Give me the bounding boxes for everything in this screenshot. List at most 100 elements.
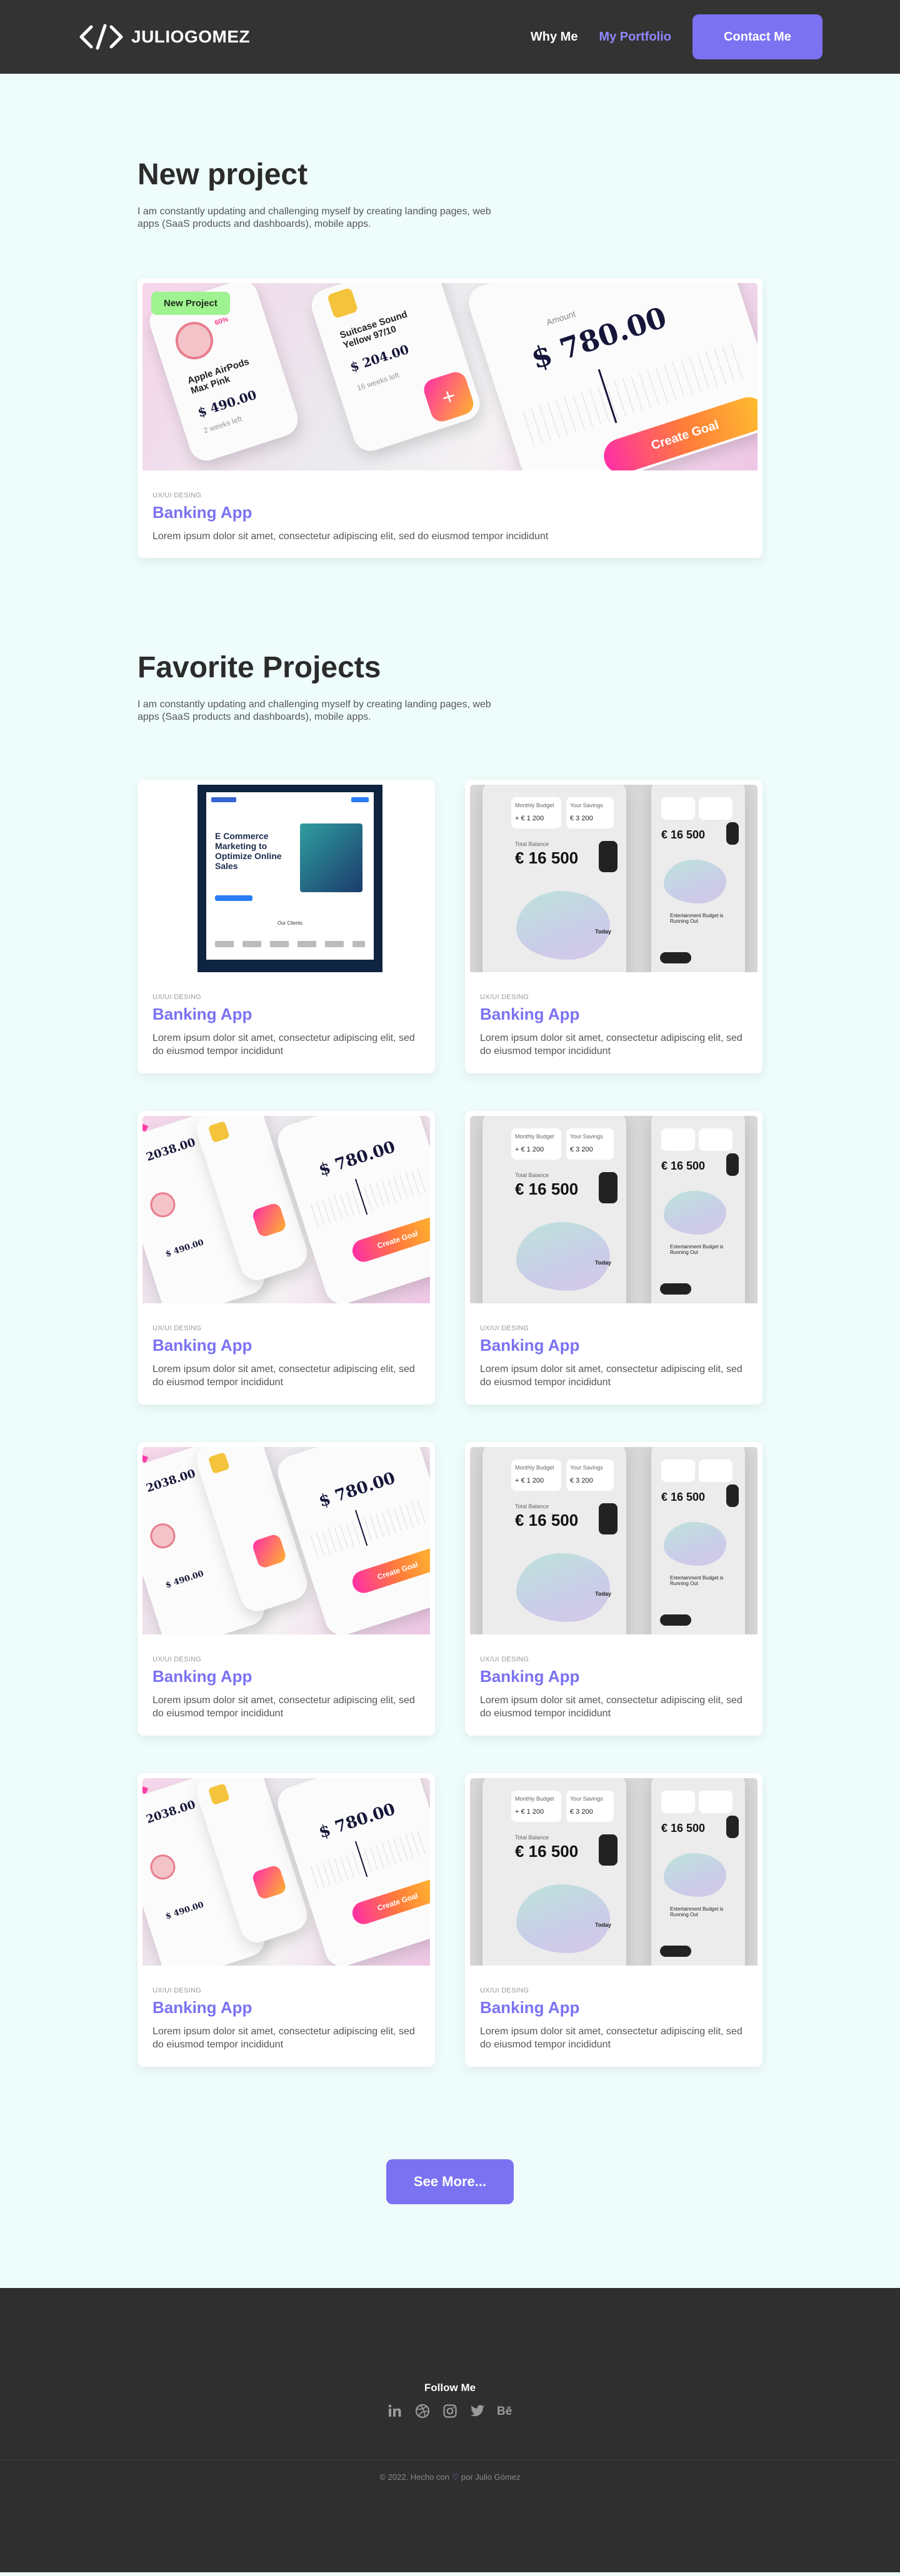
linkedin-icon[interactable]	[386, 2402, 404, 2420]
project-thumbnail: Monthly Budget + € 1 200 Your Savings € …	[470, 1447, 758, 1634]
item-price: $ 490.00	[164, 1900, 205, 1922]
phone-mockup: $ 780.00 Create Goal	[273, 1447, 430, 1634]
section-title: Favorite Projects	[138, 651, 381, 684]
entertainment-alert: Entertainment Budget is Running Out	[670, 1244, 724, 1255]
total-label: Total Balance	[515, 1172, 549, 1178]
card-title[interactable]: Banking App	[480, 1336, 748, 1355]
featured-project-card[interactable]: New Project 60% Apple AirPods Max Pink $…	[138, 278, 762, 558]
card-category: UX/UI DESING	[152, 1656, 202, 1663]
card-widget	[726, 1816, 739, 1838]
card-description: Lorem ipsum dolor sit amet, consectetur …	[152, 2026, 415, 2050]
project-card[interactable]: Monthly Budget + € 1 200 Your Savings € …	[465, 780, 762, 1073]
site-button	[215, 895, 252, 901]
card-description: Lorem ipsum dolor sit amet, consectetur …	[152, 1364, 415, 1388]
budget-panel	[661, 797, 695, 820]
nav-why-me[interactable]: Why Me	[531, 30, 578, 44]
budget-label: Monthly Budget	[515, 1465, 554, 1471]
instagram-icon[interactable]	[441, 2402, 459, 2420]
chart-blob	[664, 1522, 726, 1566]
card-description: Lorem ipsum dolor sit amet, consectetur …	[152, 1033, 415, 1057]
project-thumbnail: Monthly Budget + € 1 200 Your Savings € …	[470, 1116, 758, 1303]
card-description: Lorem ipsum dolor sit amet, consectetur …	[152, 531, 549, 542]
see-more-button[interactable]: See More...	[386, 2159, 514, 2204]
total-balance: € 16 500	[661, 1491, 706, 1503]
site-footer: Follow Me Bē © 2022. Hecho con ♡ por Jul…	[0, 2288, 900, 2572]
behance-icon[interactable]: Bē	[496, 2402, 514, 2420]
follow-title: Follow Me	[424, 2382, 476, 2394]
phone-mockup: € 16 500 Entertainment Budget is Running…	[651, 785, 745, 972]
card-description: Lorem ipsum dolor sit amet, consectetur …	[152, 1695, 415, 1719]
chart-blob	[516, 891, 610, 960]
suitcase-time: 16 weeks left	[356, 370, 401, 393]
project-card[interactable]: $ 2038.00 $ 490.00 $ 780.00 Create Goal …	[138, 1111, 435, 1405]
project-card[interactable]: Monthly Budget + € 1 200 Your Savings € …	[465, 1442, 762, 1736]
card-title[interactable]: Banking App	[480, 1005, 748, 1024]
website-mockup: E Commerce Marketing to Optimize Online …	[198, 785, 382, 972]
create-goal-art: Create Goal	[349, 1214, 430, 1265]
twitter-icon[interactable]	[468, 2402, 487, 2420]
card-title[interactable]: Banking App	[152, 1005, 420, 1024]
card-category: UX/UI DESING	[480, 1325, 529, 1332]
brand-name: JULIOGOMEZ	[131, 27, 251, 46]
card-body: UX/UI DESING Banking App Lorem ipsum dol…	[138, 1634, 435, 1734]
nav-my-portfolio[interactable]: My Portfolio	[599, 30, 671, 44]
savings-panel	[699, 1460, 732, 1482]
total-label: Total Balance	[515, 1834, 549, 1841]
total-label: Total Balance	[515, 841, 549, 847]
brand[interactable]: JULIOGOMEZ	[78, 23, 250, 51]
create-goal-art: Create Goal	[349, 1876, 430, 1927]
project-card[interactable]: E Commerce Marketing to Optimize Online …	[138, 780, 435, 1073]
product-time: 2 weeks left	[202, 414, 243, 435]
chart-blob	[664, 1853, 726, 1897]
favorite-projects-section: Favorite Projects I am constantly updati…	[138, 558, 762, 2067]
card-title[interactable]: Banking App	[152, 1667, 420, 1686]
card-title[interactable]: Banking App	[152, 1998, 420, 2017]
today-label: Today	[595, 1260, 611, 1266]
ecommerce-heading: E Commerce Marketing to Optimize Online …	[215, 831, 282, 871]
nav-pill	[660, 1614, 691, 1626]
card-title[interactable]: Banking App	[480, 1667, 748, 1686]
total-balance: € 16 500	[661, 828, 706, 841]
card-title[interactable]: Banking App	[152, 1336, 420, 1355]
phone-mockup: Monthly Budget + € 1 200 Your Savings € …	[482, 1778, 626, 1966]
copyright-author: por Julio Gómez	[461, 2472, 521, 2482]
card-title[interactable]: Banking App	[152, 503, 748, 522]
airpods-image	[147, 1851, 179, 1883]
budget-panel	[661, 1460, 695, 1482]
dribbble-icon[interactable]	[413, 2402, 432, 2420]
savings-value: € 3 200	[570, 1808, 593, 1816]
savings-value: € 3 200	[570, 815, 593, 822]
follow-block: Follow Me Bē	[0, 2382, 900, 2420]
project-thumbnail: E Commerce Marketing to Optimize Online …	[142, 785, 430, 972]
savings-value: € 3 200	[570, 1146, 593, 1153]
project-card[interactable]: Monthly Budget + € 1 200 Your Savings € …	[465, 1773, 762, 2067]
phone-mockup: € 16 500 Entertainment Budget is Running…	[651, 1116, 745, 1303]
card-body: UX/UI DESING Banking App Lorem ipsum dol…	[465, 972, 762, 1072]
project-card[interactable]: $ 2038.00 $ 490.00 $ 780.00 Create Goal …	[138, 1773, 435, 2067]
project-card[interactable]: Monthly Budget + € 1 200 Your Savings € …	[465, 1111, 762, 1405]
social-links: Bē	[0, 2402, 900, 2420]
savings-label: Your Savings	[570, 1796, 603, 1802]
new-project-badge: New Project	[151, 292, 230, 315]
entertainment-alert: Entertainment Budget is Running Out	[670, 1575, 724, 1586]
project-thumbnail: $ 2038.00 $ 490.00 $ 780.00 Create Goal	[142, 1447, 430, 1634]
client-logos	[215, 941, 365, 947]
chart-blob	[664, 860, 726, 903]
card-widget	[726, 1153, 739, 1176]
card-category: UX/UI DESING	[152, 1987, 202, 1994]
savings-label: Your Savings	[570, 1465, 603, 1471]
add-icon	[251, 1201, 288, 1238]
project-thumbnail: Monthly Budget + € 1 200 Your Savings € …	[470, 785, 758, 972]
project-card[interactable]: $ 2038.00 $ 490.00 $ 780.00 Create Goal …	[138, 1442, 435, 1736]
card-body: UX/UI DESING Banking App Lorem ipsum dol…	[138, 1966, 435, 2065]
card-category: UX/UI DESING	[480, 1656, 529, 1663]
budget-label: Monthly Budget	[515, 802, 554, 808]
airpods-image	[147, 1189, 179, 1221]
card-widget	[599, 1834, 618, 1866]
card-title[interactable]: Banking App	[480, 1998, 748, 2017]
add-icon: +	[421, 369, 476, 425]
contact-me-button[interactable]: Contact Me	[692, 14, 822, 59]
nav-pill	[660, 1946, 691, 1957]
phone-mockup: Suitcase Sound Yellow 97/10 $ 204.00 16 …	[307, 283, 484, 455]
nav-pill	[660, 952, 691, 963]
